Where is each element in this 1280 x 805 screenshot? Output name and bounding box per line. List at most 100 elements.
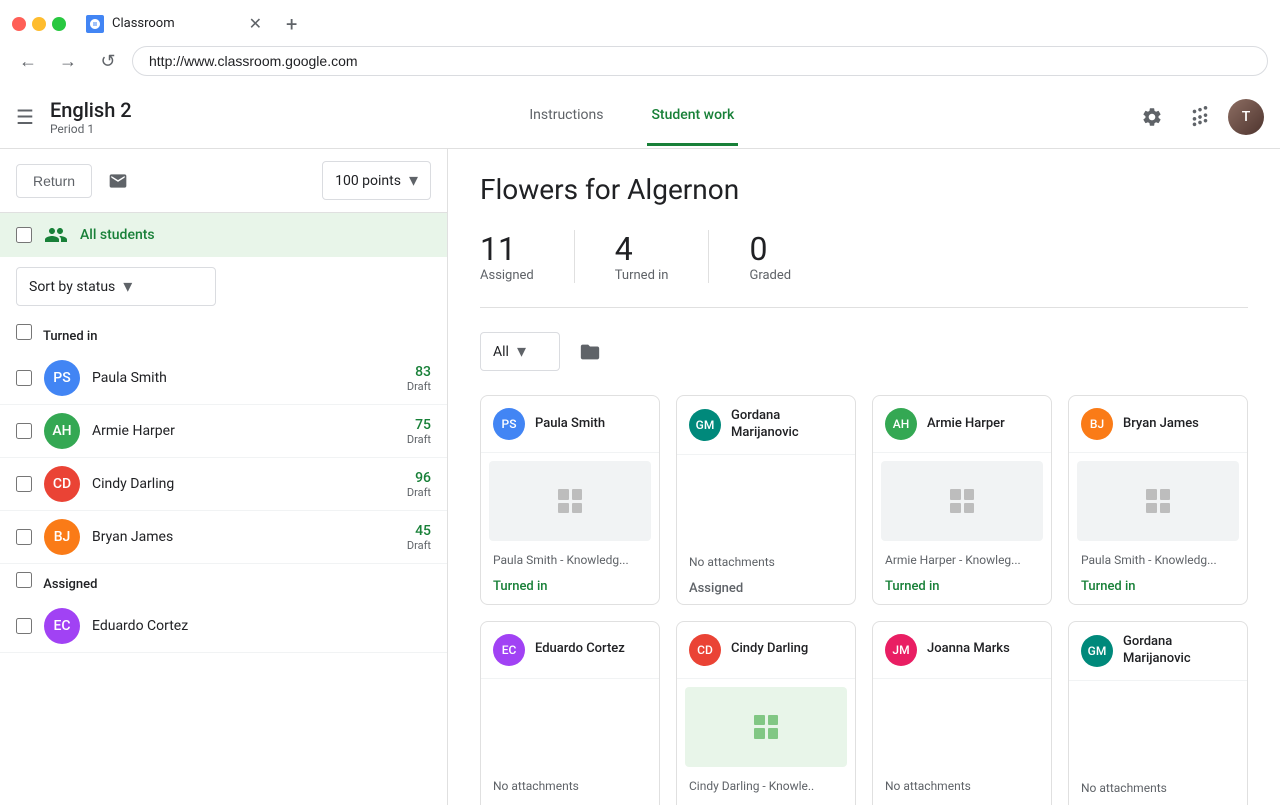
tab-instructions[interactable]: Instructions bbox=[525, 87, 607, 146]
sidebar: Return 100 points ▾ All students Sort by… bbox=[0, 149, 448, 805]
card-attachment-label: No attachments bbox=[677, 551, 855, 573]
folder-button[interactable] bbox=[572, 334, 608, 370]
stat-assigned: 11 Assigned bbox=[480, 230, 575, 283]
stat-graded-number: 0 bbox=[749, 230, 767, 268]
student-card[interactable]: BJ Bryan James Paula Smith - Knowledg...… bbox=[1068, 395, 1248, 605]
address-bar-row: ← → ↺ bbox=[0, 39, 1280, 85]
address-input[interactable] bbox=[132, 46, 1268, 76]
student-checkbox-paula[interactable] bbox=[16, 370, 32, 386]
card-avatar: CD bbox=[689, 634, 721, 666]
all-students-icon bbox=[44, 223, 68, 247]
turned-in-header: Turned in bbox=[0, 316, 447, 352]
card-empty-thumb bbox=[489, 687, 651, 767]
grade-value: 96 bbox=[407, 470, 431, 486]
student-card[interactable]: AH Armie Harper Armie Harper - Knowleg..… bbox=[872, 395, 1052, 605]
points-chevron-icon: ▾ bbox=[409, 170, 418, 191]
card-avatar: GM bbox=[1081, 635, 1113, 667]
student-checkbox-armie[interactable] bbox=[16, 423, 32, 439]
browser-chrome: Classroom ✕ + ← → ↺ bbox=[0, 0, 1280, 85]
card-status: Assigned bbox=[677, 573, 855, 604]
tab-close-button[interactable]: ✕ bbox=[249, 14, 262, 33]
card-thumbnail bbox=[489, 461, 651, 541]
student-card[interactable]: JM Joanna Marks No attachments bbox=[872, 621, 1052, 805]
apps-button[interactable] bbox=[1180, 97, 1220, 137]
tab-student-work[interactable]: Student work bbox=[647, 87, 738, 146]
stat-graded: 0 Graded bbox=[749, 230, 831, 283]
card-name: Armie Harper bbox=[927, 416, 1005, 433]
mail-button[interactable] bbox=[100, 163, 136, 199]
filter-chevron-icon: ▾ bbox=[517, 341, 526, 362]
attachment-icon bbox=[558, 489, 582, 513]
card-attachment-label: Paula Smith - Knowledg... bbox=[481, 549, 659, 571]
student-name-cindy: Cindy Darling bbox=[92, 476, 395, 492]
new-tab-button[interactable]: + bbox=[286, 12, 297, 36]
sidebar-toolbar: Return 100 points ▾ bbox=[0, 149, 447, 213]
grade-status: Draft bbox=[407, 433, 431, 446]
card-header: CD Cindy Darling bbox=[677, 622, 855, 679]
sort-row: Sort by status ▾ bbox=[0, 257, 447, 316]
refresh-button[interactable]: ↺ bbox=[92, 45, 124, 77]
student-card[interactable]: PS Paula Smith Paula Smith - Knowledg...… bbox=[480, 395, 660, 605]
tab-label: Classroom bbox=[112, 16, 241, 31]
student-card[interactable]: CD Cindy Darling Cindy Darling - Knowle.… bbox=[676, 621, 856, 805]
back-button[interactable]: ← bbox=[12, 45, 44, 77]
student-row[interactable]: BJ Bryan James 45 Draft bbox=[0, 511, 447, 564]
student-checkbox-eduardo[interactable] bbox=[16, 618, 32, 634]
student-checkbox-bryan[interactable] bbox=[16, 529, 32, 545]
points-label: 100 points bbox=[335, 173, 401, 189]
card-avatar: BJ bbox=[1081, 408, 1113, 440]
student-row[interactable]: CD Cindy Darling 96 Draft bbox=[0, 458, 447, 511]
card-empty-thumb bbox=[1077, 689, 1239, 769]
student-row[interactable]: EC Eduardo Cortez bbox=[0, 600, 447, 653]
student-grade-cindy: 96 Draft bbox=[407, 470, 431, 499]
student-card[interactable]: GM Gordana Marijanovic No attachments bbox=[1068, 621, 1248, 805]
student-checkbox-cindy[interactable] bbox=[16, 476, 32, 492]
all-students-row[interactable]: All students bbox=[0, 213, 447, 257]
turned-in-checkbox[interactable] bbox=[16, 324, 32, 340]
student-card[interactable]: GM Gordana Marijanovic No attachments As… bbox=[676, 395, 856, 605]
card-name: Eduardo Cortez bbox=[535, 641, 625, 658]
card-attachment-label: No attachments bbox=[873, 775, 1051, 797]
card-empty-thumb bbox=[685, 463, 847, 543]
student-name-bryan: Bryan James bbox=[92, 529, 395, 545]
grade-status: Draft bbox=[407, 539, 431, 552]
student-card[interactable]: EC Eduardo Cortez No attachments bbox=[480, 621, 660, 805]
header-actions: T bbox=[1132, 97, 1264, 137]
student-avatar-eduardo: EC bbox=[44, 608, 80, 644]
card-name: Bryan James bbox=[1123, 416, 1199, 433]
stats-row: 11 Assigned 4 Turned in 0 Graded bbox=[480, 230, 1248, 308]
minimize-dot[interactable] bbox=[32, 17, 46, 31]
card-header: JM Joanna Marks bbox=[873, 622, 1051, 679]
student-avatar-armie: AH bbox=[44, 413, 80, 449]
points-selector[interactable]: 100 points ▾ bbox=[322, 161, 431, 200]
browser-tab[interactable]: Classroom ✕ bbox=[74, 8, 274, 39]
student-avatar-paula: PS bbox=[44, 360, 80, 396]
return-button[interactable]: Return bbox=[16, 164, 92, 198]
all-students-label: All students bbox=[80, 227, 155, 243]
hamburger-icon[interactable]: ☰ bbox=[16, 105, 34, 129]
card-header: GM Gordana Marijanovic bbox=[1069, 622, 1247, 681]
forward-button[interactable]: → bbox=[52, 45, 84, 77]
filter-select[interactable]: All ▾ bbox=[480, 332, 560, 371]
assignment-title: Flowers for Algernon bbox=[480, 173, 1248, 206]
student-row[interactable]: PS Paula Smith 83 Draft bbox=[0, 352, 447, 405]
student-row[interactable]: AH Armie Harper 75 Draft bbox=[0, 405, 447, 458]
assigned-checkbox[interactable] bbox=[16, 572, 32, 588]
app-header: ☰ English 2 Period 1 Instructions Studen… bbox=[0, 85, 1280, 149]
settings-button[interactable] bbox=[1132, 97, 1172, 137]
card-name: Joanna Marks bbox=[927, 641, 1010, 658]
close-dot[interactable] bbox=[12, 17, 26, 31]
grade-value: 83 bbox=[407, 364, 431, 380]
all-students-checkbox[interactable] bbox=[16, 227, 32, 243]
student-name-paula: Paula Smith bbox=[92, 370, 395, 386]
card-status bbox=[481, 797, 659, 805]
user-avatar[interactable]: T bbox=[1228, 99, 1264, 135]
student-grade-bryan: 45 Draft bbox=[407, 523, 431, 552]
stat-turned-in-label: Turned in bbox=[615, 268, 669, 283]
sort-select[interactable]: Sort by status ▾ bbox=[16, 267, 216, 306]
student-grade-armie: 75 Draft bbox=[407, 417, 431, 446]
maximize-dot[interactable] bbox=[52, 17, 66, 31]
app-title: English 2 Period 1 bbox=[50, 98, 132, 136]
main-layout: Return 100 points ▾ All students Sort by… bbox=[0, 149, 1280, 805]
stat-turned-in-number: 4 bbox=[615, 230, 633, 268]
